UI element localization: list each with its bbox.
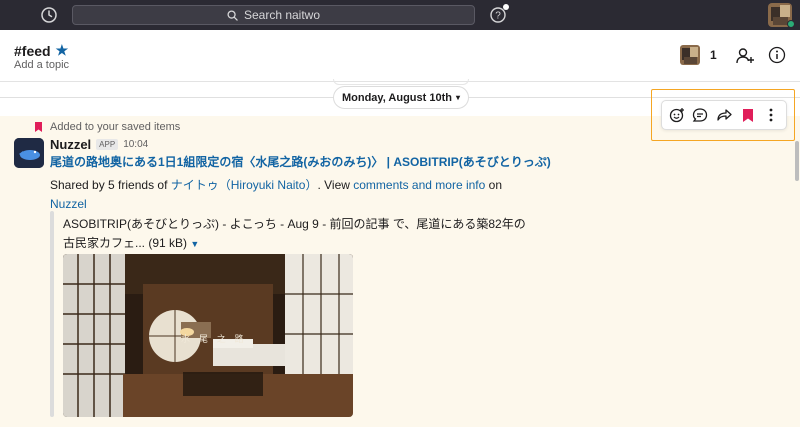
save-button[interactable]: [739, 106, 757, 124]
article-title-link[interactable]: 尾道の路地奥にある1日1組限定の宿〈水尾之路(みおのみち)〉 | ASOBITR…: [50, 153, 610, 170]
presence-indicator: [787, 20, 795, 28]
previous-date-pill: [333, 79, 469, 85]
channel-name: #feed: [14, 42, 51, 59]
caret-down-icon[interactable]: ▼: [190, 239, 199, 249]
saved-label: Added to your saved items: [50, 121, 181, 133]
image-overlay-text: 水 尾 之 路: [181, 335, 247, 345]
svg-text:?: ?: [495, 11, 501, 22]
search-icon: [227, 9, 238, 21]
comments-link[interactable]: comments and more info: [353, 178, 485, 192]
message[interactable]: Added to your saved items Nuzzel APP 10:…: [0, 116, 800, 427]
add-reaction-icon: [669, 108, 684, 123]
bookmark-icon: [35, 122, 42, 132]
add-reaction-button[interactable]: [668, 106, 686, 124]
sender-name[interactable]: Nuzzel: [50, 137, 91, 152]
message-actions-toolbar: [661, 100, 787, 130]
history-icon[interactable]: [40, 6, 58, 24]
more-icon: [769, 108, 773, 122]
share-icon: [717, 109, 732, 121]
top-bar: Search naitwo ?: [0, 0, 800, 30]
scrollbar[interactable]: [795, 141, 799, 181]
add-user-icon[interactable]: [735, 46, 755, 66]
chevron-down-icon: ▾: [455, 93, 460, 102]
bookmark-icon: [742, 108, 753, 122]
star-icon[interactable]: ★: [56, 42, 69, 59]
member-avatar: [680, 45, 700, 65]
channel-title[interactable]: #feed ★: [14, 42, 68, 59]
channel-topic[interactable]: Add a topic: [14, 59, 69, 71]
more-actions-button[interactable]: [762, 106, 780, 124]
reply-thread-button[interactable]: [691, 106, 709, 124]
message-actions-highlight: [651, 89, 795, 141]
shared-user-link[interactable]: ナイトゥ（Hiroyuki Naito）: [171, 178, 318, 192]
attachment-text: ASOBITRIP(あそびとりっぷ) - よこっち - Aug 9 - 前回の記…: [63, 217, 526, 250]
message-meta: Nuzzel APP 10:04: [50, 137, 148, 152]
shared-text: Shared by 5 friends of ナイトゥ（Hiroyuki Nai…: [50, 176, 520, 214]
help-notification-dot: [503, 4, 509, 10]
saved-indicator: Added to your saved items: [35, 121, 180, 133]
attachment-bar: [50, 211, 54, 417]
shared-on: on: [485, 178, 502, 192]
attachment-description: ASOBITRIP(あそびとりっぷ) - よこっち - Aug 9 - 前回の記…: [63, 215, 533, 254]
app-avatar[interactable]: [14, 138, 44, 168]
member-list-button[interactable]: 1: [680, 45, 717, 65]
info-icon[interactable]: [768, 46, 786, 64]
search-input[interactable]: Search naitwo: [72, 5, 475, 25]
timestamp[interactable]: 10:04: [123, 139, 148, 150]
share-button[interactable]: [715, 106, 733, 124]
shared-prefix: Shared by 5 friends of: [50, 178, 171, 192]
channel-header: #feed ★ Add a topic 1: [0, 30, 800, 82]
attachment-image[interactable]: 水 尾 之 路: [63, 254, 353, 417]
nuzzel-link[interactable]: Nuzzel: [50, 197, 87, 211]
shared-mid: . View: [317, 178, 354, 192]
app-badge: APP: [96, 139, 119, 150]
search-placeholder: Search naitwo: [243, 8, 321, 22]
member-count: 1: [710, 48, 717, 62]
date-label: Monday, August 10th: [341, 91, 452, 104]
date-pill[interactable]: Monday, August 10th ▾: [333, 86, 469, 109]
reply-thread-icon: [693, 108, 708, 122]
